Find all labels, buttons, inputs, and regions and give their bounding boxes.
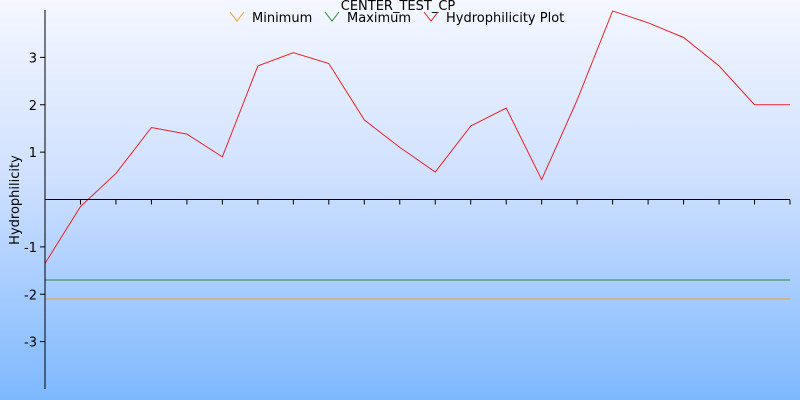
legend-label: Hydrophilicity Plot (446, 11, 564, 26)
legend-marker (229, 11, 245, 22)
chart-area: -3 -2 -1 1 2 3 Hydrophilicity CENTER_TEST_CP … (0, 0, 800, 400)
y-tick-label: 2 (29, 99, 37, 114)
hydrophilicity-chart: -3-2-1123 Hydrophilicity CENTER_TEST_CP … (8, 0, 791, 389)
ticks-layer: -3 -2 -1 1 2 3 (24, 51, 791, 351)
y-tick-label: -1 (24, 241, 37, 256)
y-tick-label: -2 (24, 288, 37, 303)
series-line (44, 10, 790, 264)
y-tick-label: 3 (29, 51, 37, 66)
legend-label: Maximum (347, 11, 411, 26)
series-layer (44, 10, 790, 300)
axes-layer (44, 10, 790, 389)
y-tick-label: -3 (24, 336, 37, 351)
y-tick-label: 1 (29, 146, 37, 161)
y-axis-label: Hydrophilicity (8, 155, 23, 245)
legend: Minimum Maximum Hydrophilicity Plot (229, 11, 564, 26)
legend-label: Minimum (252, 11, 312, 26)
legend-marker (324, 11, 340, 22)
